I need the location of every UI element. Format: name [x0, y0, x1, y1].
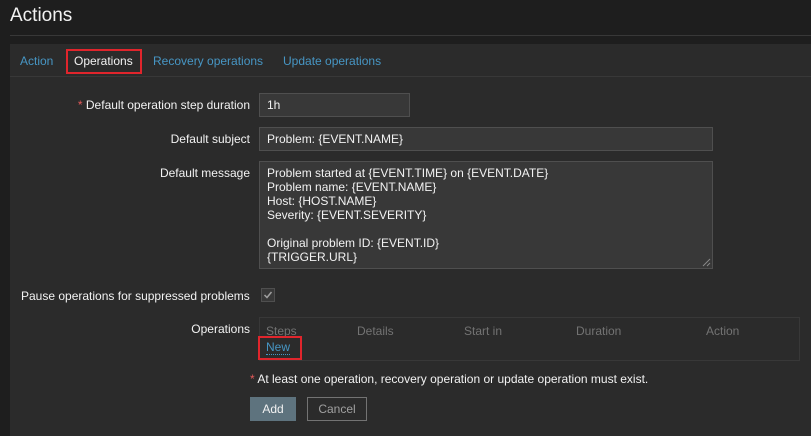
message-line: Host: {HOST.NAME} [267, 194, 377, 208]
warning-text: At least one operation, recovery operati… [257, 372, 649, 386]
column-header-details: Details [357, 324, 394, 338]
column-header-duration: Duration [576, 324, 622, 338]
subject-input[interactable]: Problem: {EVENT.NAME} [259, 127, 713, 151]
message-textarea[interactable]: Problem started at {EVENT.TIME} on {EVEN… [259, 161, 713, 269]
subject-label: Default subject [170, 132, 250, 146]
header-divider [10, 35, 811, 36]
operations-tab-highlight [66, 49, 142, 74]
operations-table: Steps Details Start in Duration Action N… [259, 317, 800, 361]
message-label: Default message [159, 166, 250, 180]
message-line: Original problem ID: {EVENT.ID} [267, 236, 440, 250]
page-title: Actions [10, 5, 73, 26]
column-header-start-in: Start in [464, 324, 503, 338]
step-duration-label: * Default operation step duration [78, 98, 250, 112]
tab-recovery-operations[interactable]: Recovery operations [153, 54, 263, 68]
operations-required-warning: * At least one operation, recovery opera… [250, 372, 648, 386]
message-line: {TRIGGER.URL} [267, 250, 358, 264]
message-line: Severity: {EVENT.SEVERITY} [267, 208, 427, 222]
tab-action[interactable]: Action [20, 54, 53, 68]
required-asterisk: * [250, 372, 255, 386]
required-asterisk: * [77, 98, 83, 112]
page-header: Actions [0, 0, 811, 36]
new-link-highlight [258, 336, 302, 360]
pause-suppressed-checkbox[interactable] [261, 288, 275, 302]
pause-suppressed-label: Pause operations for suppressed problems [21, 289, 250, 303]
step-duration-input[interactable]: 1h [259, 93, 410, 117]
add-button[interactable]: Add [250, 397, 296, 421]
message-line [267, 222, 705, 236]
resize-grip-icon[interactable] [702, 258, 711, 267]
tab-update-operations[interactable]: Update operations [283, 54, 381, 68]
message-line: Problem started at {EVENT.TIME} on {EVEN… [267, 166, 549, 180]
action-form: Action Operations Recovery operations Up… [10, 44, 811, 436]
column-header-action: Action [706, 324, 740, 338]
message-line: Problem name: {EVENT.NAME} [267, 180, 437, 194]
checkmark-icon [263, 291, 273, 299]
cancel-button[interactable]: Cancel [307, 397, 367, 421]
step-duration-label-text: Default operation step duration [85, 98, 250, 112]
operations-label: Operations [191, 322, 250, 336]
